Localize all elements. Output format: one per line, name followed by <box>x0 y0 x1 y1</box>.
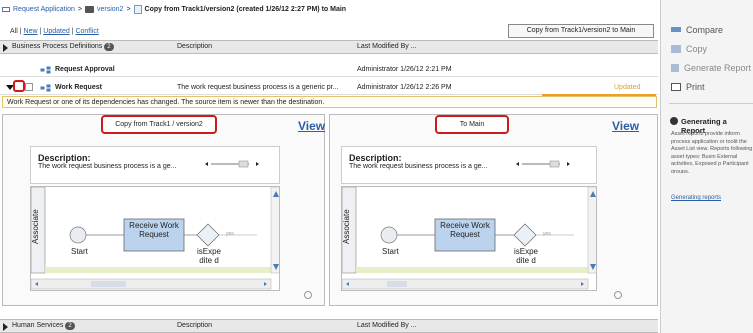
copy-page-icon <box>133 4 142 14</box>
breadcrumb-version-link[interactable]: version2 <box>97 6 123 13</box>
filter-conflict[interactable]: Conflict <box>75 28 98 35</box>
breadcrumb-separator: > <box>126 5 131 13</box>
filter-separator: | <box>19 28 22 35</box>
filter-new[interactable]: New <box>24 28 38 35</box>
zoom-reset-icon[interactable] <box>304 291 312 299</box>
description-text: The work request business process is a g… <box>38 163 177 170</box>
help-icon <box>670 117 678 125</box>
action-label: Copy <box>686 43 708 54</box>
group-count-badge: 2 <box>65 322 75 330</box>
description-text: The work request business process is a g… <box>349 163 488 170</box>
compare-icon <box>671 27 681 32</box>
start-event-label: Start <box>71 247 88 256</box>
lane-label: Associate <box>31 209 40 245</box>
group-title: Human Services 2 <box>12 322 75 330</box>
gateway-label: isExpedite d <box>196 247 221 265</box>
lane-label: Associate <box>342 209 351 245</box>
description-heading: Description: <box>349 153 402 163</box>
process-icon <box>40 66 51 76</box>
flow-label: yes <box>543 231 551 237</box>
column-last-modified: Last Modified By ... <box>357 322 417 329</box>
copy-action[interactable]: Copy <box>671 39 751 58</box>
start-event-label: Start <box>382 247 399 256</box>
destination-view-link[interactable]: View <box>612 119 639 133</box>
task-label: Receive Work Request <box>440 221 490 239</box>
task-label: Receive Work Request <box>129 221 179 239</box>
process-app-icon <box>2 6 10 12</box>
help-text: Asset reports provide inform process app… <box>671 131 753 173</box>
group-title: Business Process Definitions 2 <box>12 43 114 51</box>
column-description: Description <box>177 43 213 50</box>
group-count-badge: 2 <box>104 43 114 51</box>
filter-bar: All | New | Updated | Conflict <box>10 28 99 35</box>
zoom-reset-icon[interactable] <box>614 291 622 299</box>
filter-all[interactable]: All <box>10 28 18 35</box>
row-checkbox[interactable] <box>25 83 33 91</box>
breadcrumb-separator: > <box>77 5 82 13</box>
group-title-text: Human Services <box>12 322 64 329</box>
table-row[interactable]: Work Request The work request business p… <box>0 81 658 96</box>
row-modified: Administrator 1/26/12 2:26 PM <box>357 84 452 91</box>
description-heading: Description: <box>38 153 91 163</box>
filter-separator: | <box>71 28 74 35</box>
group-header-bpd[interactable]: Business Process Definitions 2 Descriptio… <box>0 40 658 54</box>
breadcrumb-app-link[interactable]: Request Application <box>13 6 75 13</box>
flow-label: yes <box>226 231 234 237</box>
source-description-box: Description: The work request business p… <box>30 146 280 184</box>
destination-version-button[interactable]: To Main <box>435 115 509 134</box>
highlight-expand <box>13 80 25 92</box>
destination-diagram[interactable]: Associate Start Receive Work Request isE… <box>341 186 597 291</box>
zoom-slider[interactable] <box>203 159 263 169</box>
status-badge: Updated <box>614 84 641 91</box>
filter-updated[interactable]: Updated <box>43 28 69 35</box>
source-view-link[interactable]: View <box>298 119 325 133</box>
destination-description-box: Description: The work request business p… <box>341 146 597 184</box>
generating-reports-link[interactable]: Generating reports <box>671 195 721 201</box>
zoom-slider[interactable] <box>514 159 574 169</box>
row-modified: Administrator 1/26/12 2:21 PM <box>357 66 452 73</box>
row-description: The work request business process is a g… <box>177 84 339 91</box>
actions-sidebar: Compare Copy Generate Report Print Gener… <box>660 0 753 333</box>
group-header-human-services[interactable]: Human Services 2 Description Last Modifie… <box>0 319 658 333</box>
divider <box>669 103 753 104</box>
gateway-label: isExpedite d <box>513 247 538 265</box>
action-label: Print <box>686 81 705 92</box>
expand-triangle-icon[interactable] <box>3 323 8 331</box>
group-title-text: Business Process Definitions <box>12 43 103 50</box>
snapshot-icon <box>84 5 94 13</box>
row-name[interactable]: Request Approval <box>55 66 115 73</box>
row-name[interactable]: Work Request <box>55 84 102 91</box>
generate-report-action[interactable]: Generate Report <box>671 58 751 77</box>
breadcrumb: Request Application > version2 > Copy fr… <box>2 3 346 15</box>
warning-message: Work Request or one of its dependencies … <box>2 96 657 108</box>
copy-to-main-button[interactable]: Copy from Track1/version2 to Main <box>508 24 654 38</box>
action-list: Compare Copy Generate Report Print <box>671 20 751 96</box>
main-content: Request Application > version2 > Copy fr… <box>0 0 660 333</box>
report-icon <box>671 63 679 72</box>
table-row[interactable]: Request Approval Administrator 1/26/12 2… <box>0 63 658 77</box>
print-icon <box>671 82 681 91</box>
process-icon <box>40 84 51 94</box>
action-label: Generate Report <box>684 62 752 73</box>
column-last-modified: Last Modified By ... <box>357 43 417 50</box>
print-action[interactable]: Print <box>671 77 751 96</box>
source-diagram[interactable]: Associate Start Receive Work Request isE… <box>30 186 280 291</box>
action-label: Compare <box>686 24 724 35</box>
expand-triangle-icon[interactable] <box>3 44 8 52</box>
compare-action[interactable]: Compare <box>671 20 751 39</box>
copy-icon <box>671 44 681 53</box>
page-title: Copy from Track1/version2 (created 1/26/… <box>144 5 347 13</box>
column-description: Description <box>177 322 213 329</box>
source-version-button[interactable]: Copy from Track1 / version2 <box>101 115 217 134</box>
filter-separator: | <box>39 28 42 35</box>
